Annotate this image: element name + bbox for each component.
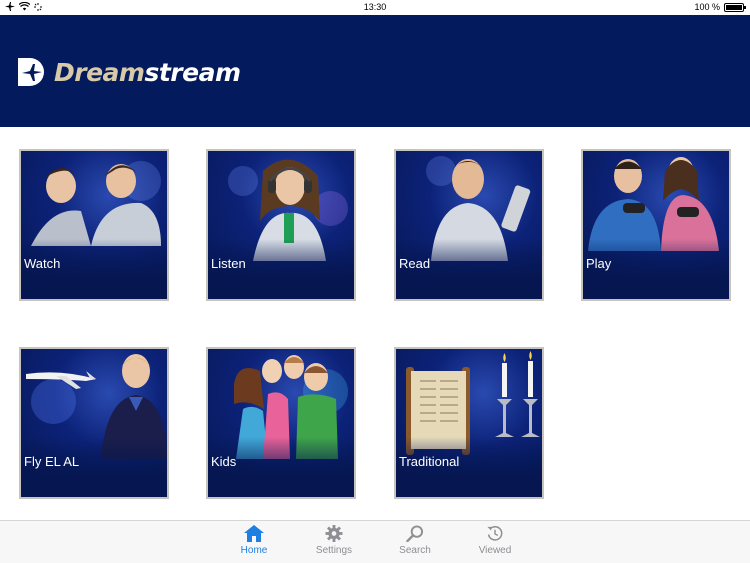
tile-label: Read: [399, 256, 431, 271]
logo-mark-icon: [18, 58, 44, 86]
status-right: 100 %: [694, 2, 746, 12]
tab-search-label: Search: [399, 545, 431, 556]
logo-text-stream: stream: [144, 57, 241, 87]
status-bar: 13:30 100 %: [0, 0, 750, 15]
tab-home[interactable]: Home: [224, 525, 284, 556]
battery-icon: [724, 2, 746, 12]
tile-listen[interactable]: Listen: [206, 149, 356, 301]
home-icon: [244, 525, 264, 542]
tile-fly-el-al[interactable]: Fly EL AL: [19, 347, 169, 499]
tile-traditional[interactable]: Traditional: [394, 347, 544, 499]
status-time: 13:30: [363, 2, 387, 12]
app-logo: Dreamstream: [16, 56, 241, 88]
tile-label: Play: [586, 256, 612, 271]
history-icon: [487, 525, 503, 541]
tab-viewed-label: Viewed: [478, 545, 512, 556]
tile-label: Kids: [211, 454, 237, 469]
tile-kids[interactable]: Kids: [206, 347, 356, 499]
battery-percent: 100 %: [694, 2, 720, 12]
tab-home-label: Home: [240, 545, 268, 556]
logo-text-dream: Dream: [54, 57, 145, 87]
tab-settings-label: Settings: [315, 545, 353, 556]
tile-label: Fly EL AL: [24, 454, 80, 469]
tab-viewed[interactable]: Viewed: [465, 525, 525, 556]
tile-play[interactable]: Play: [581, 149, 731, 301]
app-header: Dreamstream: [0, 15, 750, 127]
tab-bar: Home Settings Search Viewed: [0, 520, 750, 563]
tile-label: Traditional: [399, 454, 460, 469]
gear-icon: [325, 525, 343, 542]
tile-label: Watch: [24, 256, 61, 271]
tile-label: Listen: [211, 256, 246, 271]
tab-settings[interactable]: Settings: [304, 525, 364, 556]
tile-read[interactable]: Read: [394, 149, 544, 301]
tab-search[interactable]: Search: [385, 525, 445, 556]
tile-watch[interactable]: Watch: [19, 149, 169, 301]
logo-text: Dreamstream: [54, 58, 241, 87]
search-icon: [406, 525, 424, 542]
